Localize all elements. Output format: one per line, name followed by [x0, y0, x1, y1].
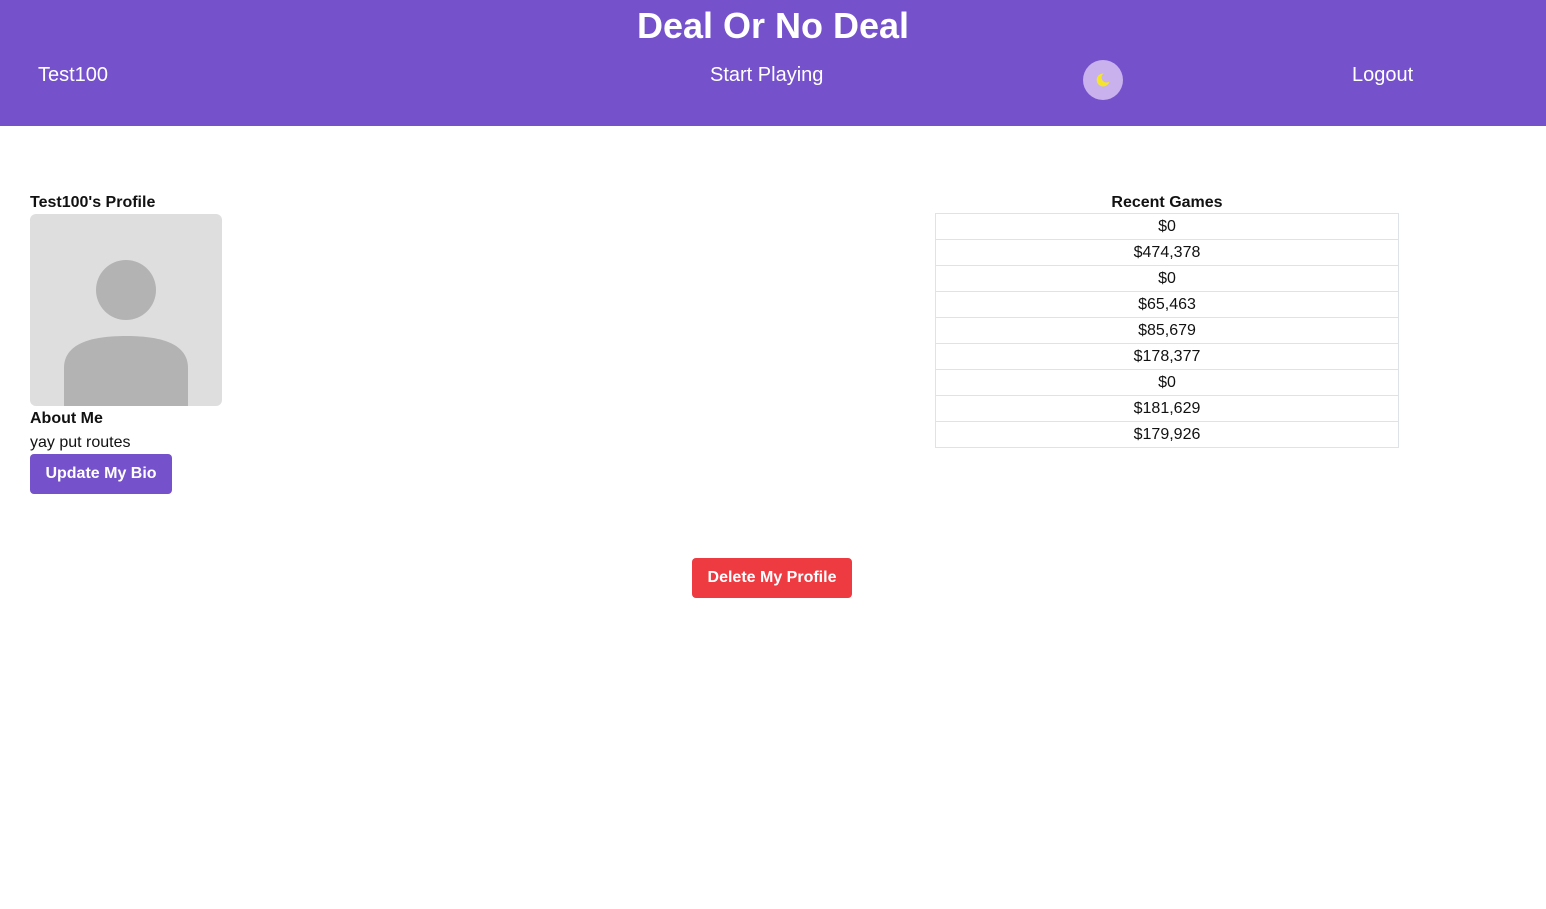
theme-toggle-button[interactable] — [1083, 60, 1123, 100]
game-result-row: $179,926 — [1133, 426, 1201, 443]
profile-heading: Test100's Profile — [30, 194, 156, 211]
game-result-row: $178,377 — [936, 344, 1398, 370]
about-me-text: yay put routes — [30, 434, 131, 451]
site-title: Deal Or No Deal — [636, 5, 910, 46]
nav-logout-link[interactable]: Logout — [1352, 62, 1413, 88]
game-result-row: $0 — [936, 214, 1398, 240]
nav-username-link[interactable]: Test100 — [38, 62, 108, 88]
update-bio-button[interactable]: Update My Bio — [30, 454, 172, 494]
moon-icon — [1096, 73, 1110, 87]
user-placeholder-icon — [64, 260, 188, 406]
nav-start-playing-link[interactable]: Start Playing — [710, 62, 823, 88]
game-result-row: $85,679 — [936, 318, 1398, 344]
recent-games-title: Recent Games — [1111, 194, 1223, 211]
top-navbar: Deal Or No Deal Test100 Start Playing Lo… — [0, 0, 1546, 126]
game-result-row: $474,378 — [936, 240, 1398, 266]
avatar — [30, 214, 222, 406]
game-result-row: $65,463 — [936, 292, 1398, 318]
game-result-row: $0 — [936, 370, 1398, 396]
recent-games-panel: Recent Games $0 $474,378 $0 $65,463 $85,… — [935, 193, 1399, 448]
recent-games-list: $0 $474,378 $0 $65,463 $85,679 $178,377 … — [935, 213, 1399, 448]
game-result-row: $0 — [936, 266, 1398, 292]
delete-profile-button[interactable]: Delete My Profile — [692, 558, 852, 598]
game-result-row: $181,629 — [936, 396, 1398, 422]
about-me-heading: About Me — [30, 410, 103, 427]
